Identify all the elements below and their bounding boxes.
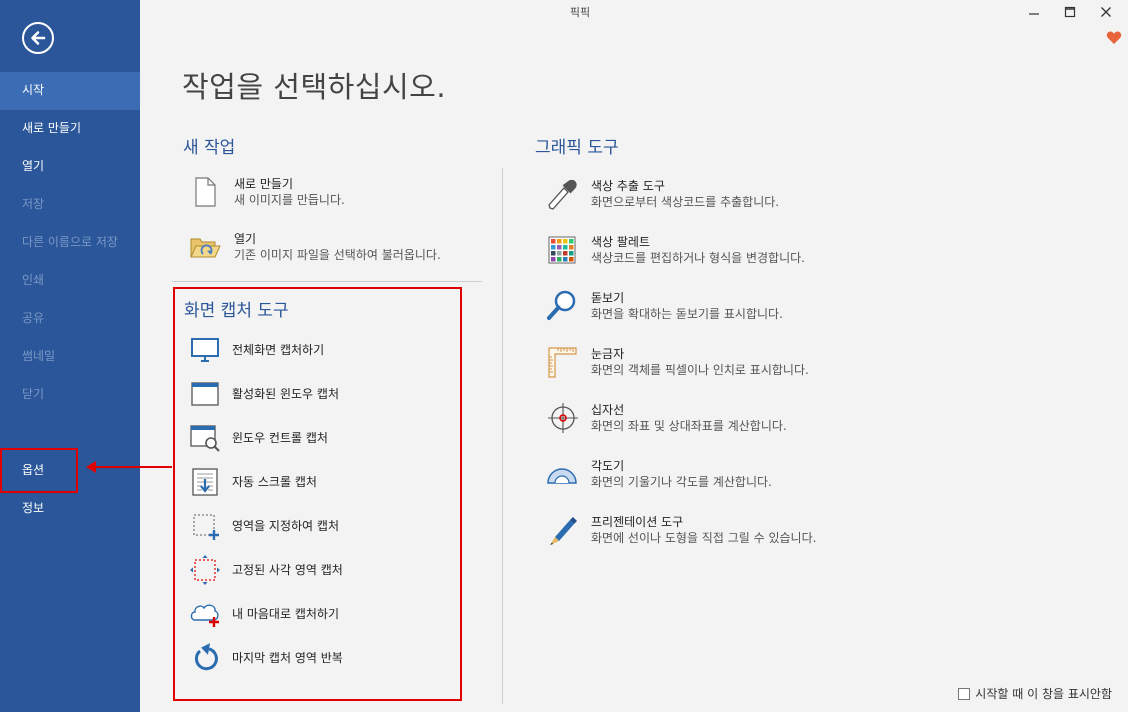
column-divider bbox=[502, 168, 503, 704]
maximize-button[interactable] bbox=[1052, 0, 1088, 24]
sidebar-item-open[interactable]: 열기 bbox=[0, 148, 140, 186]
open-image-item[interactable]: 열기 기존 이미지 파일을 선택하여 불러옵니다. bbox=[188, 230, 441, 264]
sidebar-item-about[interactable]: 정보 bbox=[0, 490, 140, 528]
page-title: 작업을 선택하십시오. bbox=[182, 70, 447, 104]
protractor-icon bbox=[545, 457, 579, 491]
protractor-desc: 화면의 기울기나 각도를 계산합니다. bbox=[591, 475, 772, 489]
magnifier-title: 돋보기 bbox=[591, 291, 625, 305]
dont-show-on-start-checkbox[interactable]: 시작할 때 이 창을 표시안함 bbox=[958, 685, 1112, 702]
close-icon bbox=[1101, 7, 1111, 17]
back-arrow-icon bbox=[31, 31, 46, 45]
window-title: 픽픽 bbox=[569, 6, 591, 19]
presentation-tool-title: 프리젠테이션 도구 bbox=[591, 515, 684, 529]
sidebar-item-save-as: 다른 이름으로 저장 bbox=[22, 235, 118, 249]
sidebar-item-start[interactable]: 시작 bbox=[0, 72, 140, 110]
close-button[interactable] bbox=[1088, 0, 1124, 24]
open-image-desc: 기존 이미지 파일을 선택하여 불러옵니다. bbox=[234, 248, 441, 262]
favorite-button[interactable] bbox=[1106, 30, 1122, 49]
section-title-graphic-tools: 그래픽 도구 bbox=[535, 138, 619, 158]
color-picker-item[interactable]: 색상 추출 도구 화면으로부터 색상코드를 추출합니다. bbox=[545, 177, 779, 211]
magnifier-item[interactable]: 돋보기 화면을 확대하는 돋보기를 표시합니다. bbox=[545, 289, 783, 323]
sidebar-item-close: 닫기 bbox=[22, 387, 45, 401]
open-image-title: 열기 bbox=[234, 232, 257, 246]
back-button[interactable] bbox=[22, 22, 54, 54]
protractor-item[interactable]: 각도기 화면의 기울기나 각도를 계산합니다. bbox=[545, 457, 772, 491]
presentation-tool-desc: 화면에 선이나 도형을 직접 그릴 수 있습니다. bbox=[591, 531, 817, 545]
crosshair-desc: 화면의 좌표 및 상대좌표를 계산합니다. bbox=[591, 419, 787, 433]
new-image-desc: 새 이미지를 만듭니다. bbox=[234, 193, 345, 207]
ruler-item[interactable]: 눈금자 화면의 객체를 픽셀이나 인치로 표시합니다. bbox=[545, 345, 809, 379]
maximize-icon bbox=[1064, 6, 1076, 18]
color-palette-item[interactable]: 색상 팔레트 색상코드를 편집하거나 형식을 변경합니다. bbox=[545, 233, 805, 267]
color-picker-title: 색상 추출 도구 bbox=[591, 179, 665, 193]
section-title-new-task: 새 작업 bbox=[183, 138, 236, 158]
magnifier-desc: 화면을 확대하는 돋보기를 표시합니다. bbox=[591, 307, 783, 321]
sidebar-item-share: 공유 bbox=[22, 311, 45, 325]
checkbox-box[interactable] bbox=[958, 687, 971, 700]
crosshair-item[interactable]: 십자선 화면의 좌표 및 상대좌표를 계산합니다. bbox=[545, 401, 787, 435]
protractor-title: 각도기 bbox=[591, 459, 625, 473]
sidebar-item-new[interactable]: 새로 만들기 bbox=[0, 110, 140, 148]
annotation-arrow-head bbox=[86, 461, 96, 473]
magnifier-icon bbox=[545, 289, 579, 323]
color-palette-title: 색상 팔레트 bbox=[591, 235, 651, 249]
ruler-title: 눈금자 bbox=[591, 347, 625, 361]
sidebar: 시작 새로 만들기 열기 저장 다른 이름으로 저장 인쇄 공유 썸네일 닫기 … bbox=[0, 0, 140, 712]
new-image-item[interactable]: 새로 만들기 새 이미지를 만듭니다. bbox=[188, 175, 345, 209]
eyedropper-icon bbox=[545, 177, 579, 211]
color-picker-desc: 화면으로부터 색상코드를 추출합니다. bbox=[591, 195, 780, 209]
new-image-title: 새로 만들기 bbox=[234, 177, 294, 191]
new-file-icon bbox=[188, 175, 222, 209]
presentation-tool-item[interactable]: 프리젠테이션 도구 화면에 선이나 도형을 직접 그릴 수 있습니다. bbox=[545, 513, 816, 547]
color-palette-desc: 색상코드를 편집하거나 형식을 변경합니다. bbox=[591, 251, 805, 265]
crosshair-icon bbox=[545, 401, 579, 435]
section-divider bbox=[172, 281, 482, 282]
ruler-desc: 화면의 객체를 픽셀이나 인치로 표시합니다. bbox=[591, 363, 809, 377]
pen-icon bbox=[545, 513, 579, 547]
ruler-icon bbox=[545, 345, 579, 379]
crosshair-title: 십자선 bbox=[591, 403, 625, 417]
dont-show-on-start-label: 시작할 때 이 창을 표시안함 bbox=[975, 687, 1112, 701]
annotation-arrow-line bbox=[94, 466, 172, 468]
heart-icon bbox=[1106, 31, 1122, 44]
minimize-icon bbox=[1029, 13, 1039, 15]
sidebar-item-thumbnail: 썸네일 bbox=[22, 349, 56, 363]
open-folder-icon bbox=[188, 230, 222, 264]
sidebar-item-print: 인쇄 bbox=[22, 273, 45, 287]
sidebar-item-save: 저장 bbox=[22, 197, 45, 211]
options-highlight bbox=[0, 448, 78, 493]
minimize-button[interactable] bbox=[1016, 0, 1052, 24]
capture-tools-highlight bbox=[173, 287, 462, 701]
app-window: 시작 새로 만들기 열기 저장 다른 이름으로 저장 인쇄 공유 썸네일 닫기 … bbox=[0, 0, 1128, 712]
palette-icon bbox=[545, 233, 579, 267]
